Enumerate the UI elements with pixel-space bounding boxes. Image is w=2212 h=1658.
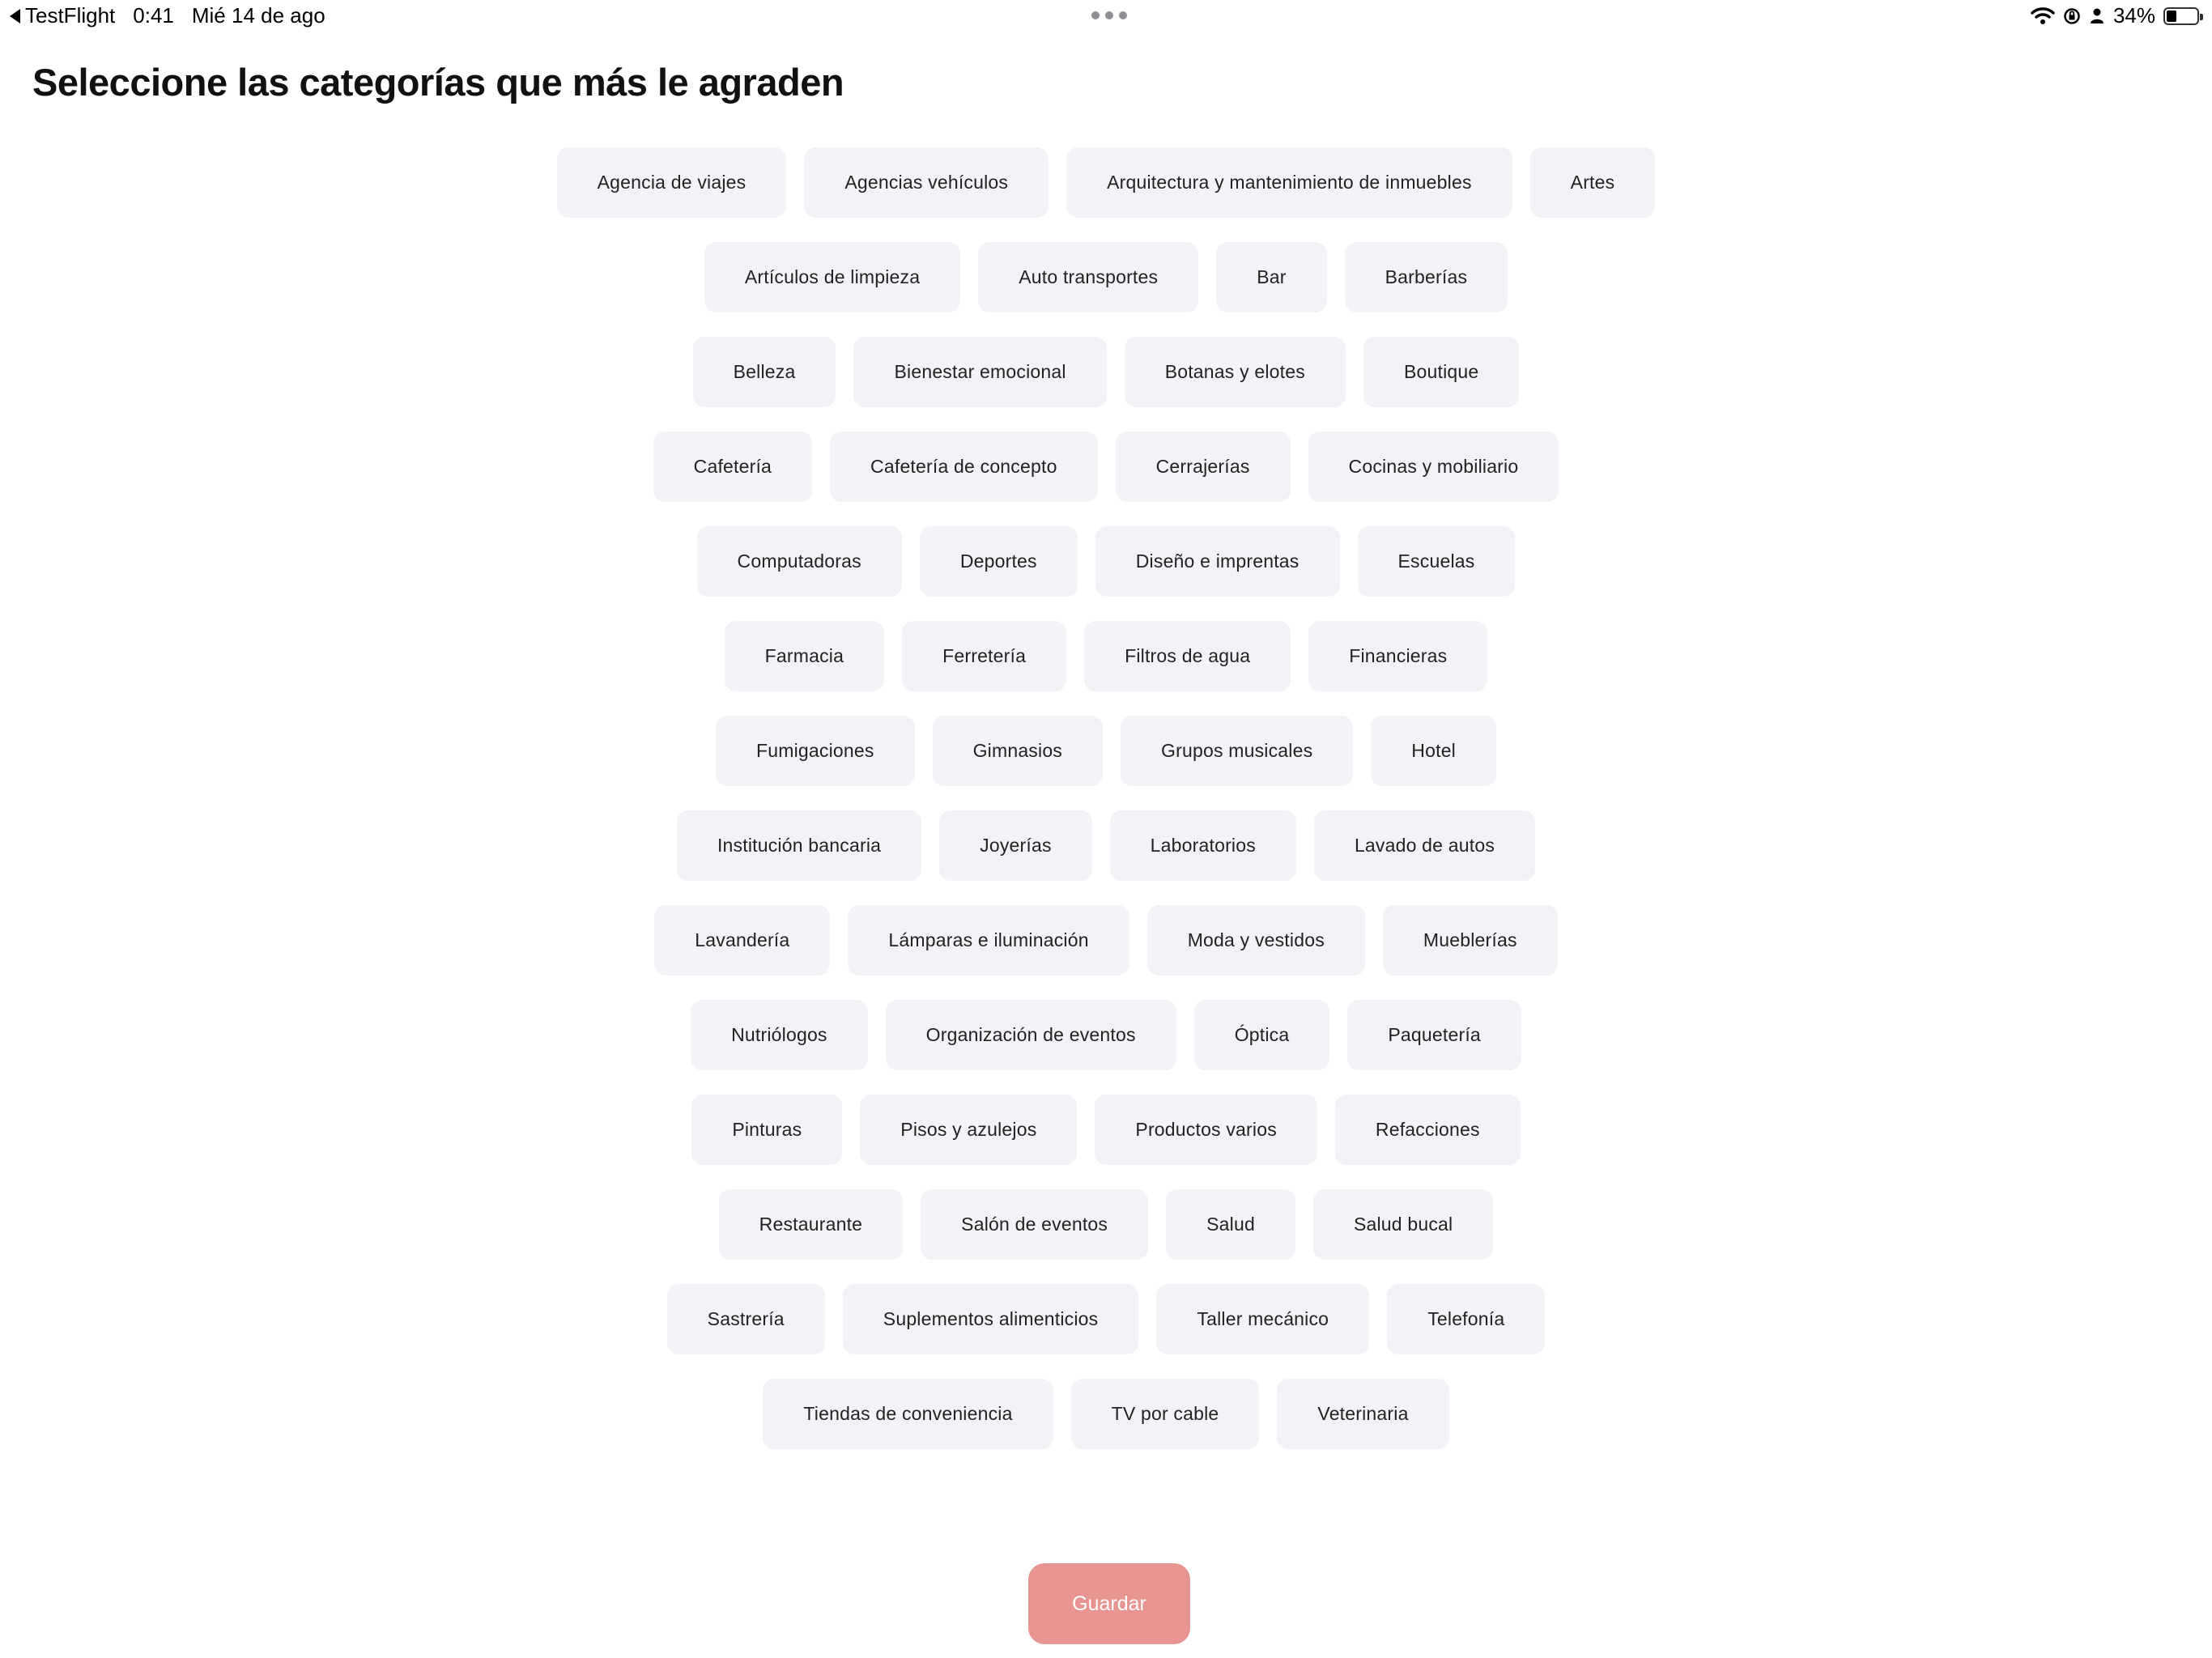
category-chip[interactable]: Computadoras <box>696 526 902 597</box>
category-chip[interactable]: Salón de eventos <box>921 1189 1149 1260</box>
category-chip[interactable]: Lavandería <box>654 905 831 976</box>
person-icon <box>2089 7 2105 25</box>
category-chip[interactable]: TV por cable <box>1070 1379 1260 1449</box>
category-chip[interactable]: Institución bancaria <box>676 810 922 881</box>
category-chip[interactable]: Farmacia <box>724 621 885 691</box>
category-chip[interactable]: Diseño e imprentas <box>1095 526 1340 597</box>
category-chip[interactable]: Agencias vehículos <box>804 147 1049 218</box>
category-row: Pinturas Pisos y azulejos Productos varios… <box>691 1095 1521 1165</box>
category-row: Institución bancaria Joyerías Laboratorios… <box>676 810 1536 881</box>
category-chip[interactable]: Bar <box>1216 242 1327 312</box>
category-chip[interactable]: Lavado de autos <box>1313 810 1536 881</box>
category-chip[interactable]: Pinturas <box>691 1095 843 1165</box>
category-chip[interactable]: Salud bucal <box>1312 1189 1494 1260</box>
category-chip[interactable]: Arquitectura y mantenimiento de inmueble… <box>1066 147 1512 218</box>
back-to-app-button[interactable]: TestFlight <box>10 3 115 28</box>
category-chip[interactable]: Artículos de limpieza <box>704 242 961 312</box>
category-chip[interactable]: Cocinas y mobiliario <box>1308 432 1559 502</box>
category-chip[interactable]: Laboratorios <box>1109 810 1296 881</box>
category-chip[interactable]: Sastrería <box>666 1284 825 1354</box>
category-chip[interactable]: Organización de eventos <box>885 1000 1176 1070</box>
status-time: 0:41 <box>133 3 174 28</box>
category-row: Farmacia Ferretería Filtros de agua Financi… <box>724 621 1488 691</box>
orientation-lock-icon <box>2063 7 2081 25</box>
category-row: Tiendas de conveniencia TV por cable Veter… <box>763 1379 1449 1449</box>
category-chip[interactable]: Óptica <box>1193 1000 1330 1070</box>
category-chip[interactable]: Gimnasios <box>932 716 1104 786</box>
category-chip[interactable]: Escuelas <box>1357 526 1516 597</box>
category-chip[interactable]: Mueblerías <box>1382 905 1558 976</box>
category-chip[interactable]: Cerrajerías <box>1115 432 1291 502</box>
category-chip[interactable]: Refacciones <box>1334 1095 1521 1165</box>
multitasking-dots-icon[interactable] <box>1091 11 1127 19</box>
category-chip[interactable]: Belleza <box>692 337 836 407</box>
category-row: Belleza Bienestar emocional Botanas y elot… <box>692 337 1520 407</box>
category-chip[interactable]: Agencia de viajes <box>556 147 787 218</box>
category-chip[interactable]: Boutique <box>1363 337 1520 407</box>
category-row: Artículos de limpieza Auto transportes Bar… <box>704 242 1508 312</box>
category-row: Fumigaciones Gimnasios Grupos musicales Hot… <box>715 716 1496 786</box>
category-chip[interactable]: Filtros de agua <box>1084 621 1291 691</box>
category-chip[interactable]: Salud <box>1166 1189 1295 1260</box>
category-chip[interactable]: Restaurante <box>718 1189 904 1260</box>
wifi-icon <box>2031 6 2055 25</box>
back-app-label: TestFlight <box>25 3 116 28</box>
category-chip[interactable]: Botanas y elotes <box>1124 337 1346 407</box>
battery-level <box>2167 10 2176 22</box>
category-row: Agencia de viajes Agencias vehículos Arqui… <box>556 147 1656 218</box>
status-bar: TestFlight 0:41 Mié 14 de ago 34% <box>0 0 2212 34</box>
category-chip[interactable]: Lámparas e iluminación <box>848 905 1129 976</box>
category-chip[interactable]: Cafetería de concepto <box>830 432 1098 502</box>
category-chip[interactable]: Nutriólogos <box>691 1000 868 1070</box>
battery-percent: 34% <box>2112 3 2155 28</box>
category-chip[interactable]: Suplementos alimenticios <box>842 1284 1139 1354</box>
category-chip[interactable]: Tiendas de conveniencia <box>763 1379 1053 1449</box>
category-row: Sastrería Suplementos alimenticios Taller … <box>666 1284 1546 1354</box>
status-bar-right: 34% <box>2031 3 2203 28</box>
category-chip[interactable]: Fumigaciones <box>715 716 915 786</box>
category-row: Cafetería Cafetería de concepto Cerrajería… <box>653 432 1559 502</box>
category-chip[interactable]: Deportes <box>919 526 1078 597</box>
status-bar-left: TestFlight 0:41 Mié 14 de ago <box>10 3 325 28</box>
category-chip[interactable]: Productos varios <box>1095 1095 1317 1165</box>
category-chip[interactable]: Taller mecánico <box>1156 1284 1370 1354</box>
category-chip[interactable]: Bienestar emocional <box>853 337 1107 407</box>
save-button[interactable]: Guardar <box>1028 1563 1190 1644</box>
category-chip[interactable]: Joyerías <box>939 810 1092 881</box>
category-chip[interactable]: Financieras <box>1308 621 1488 691</box>
category-chip[interactable]: Grupos musicales <box>1121 716 1354 786</box>
category-chip[interactable]: Telefonía <box>1387 1284 1546 1354</box>
status-date: Mié 14 de ago <box>191 3 325 28</box>
category-row: Computadoras Deportes Diseño e imprentas Es… <box>696 526 1516 597</box>
category-chip[interactable]: Veterinaria <box>1277 1379 1449 1449</box>
category-chip[interactable]: Paquetería <box>1347 1000 1521 1070</box>
category-chip[interactable]: Hotel <box>1371 716 1496 786</box>
page-title: Seleccione las categorías que más le agr… <box>32 61 844 104</box>
category-chip[interactable]: Pisos y azulejos <box>860 1095 1078 1165</box>
category-row: Nutriólogos Organización de eventos Óptica… <box>691 1000 1521 1070</box>
category-row: Lavandería Lámparas e iluminación Moda y v… <box>654 905 1558 976</box>
category-chip[interactable]: Auto transportes <box>978 242 1199 312</box>
battery-icon <box>2163 6 2203 25</box>
category-row: Restaurante Salón de eventos Salud Salud bu… <box>718 1189 1494 1260</box>
category-chip[interactable]: Moda y vestidos <box>1146 905 1365 976</box>
category-chip[interactable]: Barberías <box>1344 242 1508 312</box>
back-arrow-icon <box>10 8 20 23</box>
category-chip[interactable]: Cafetería <box>653 432 813 502</box>
category-chip[interactable]: Ferretería <box>902 621 1067 691</box>
category-grid: Agencia de viajes Agencias vehículos Arqui… <box>453 147 1759 1449</box>
category-chip[interactable]: Artes <box>1529 147 1656 218</box>
